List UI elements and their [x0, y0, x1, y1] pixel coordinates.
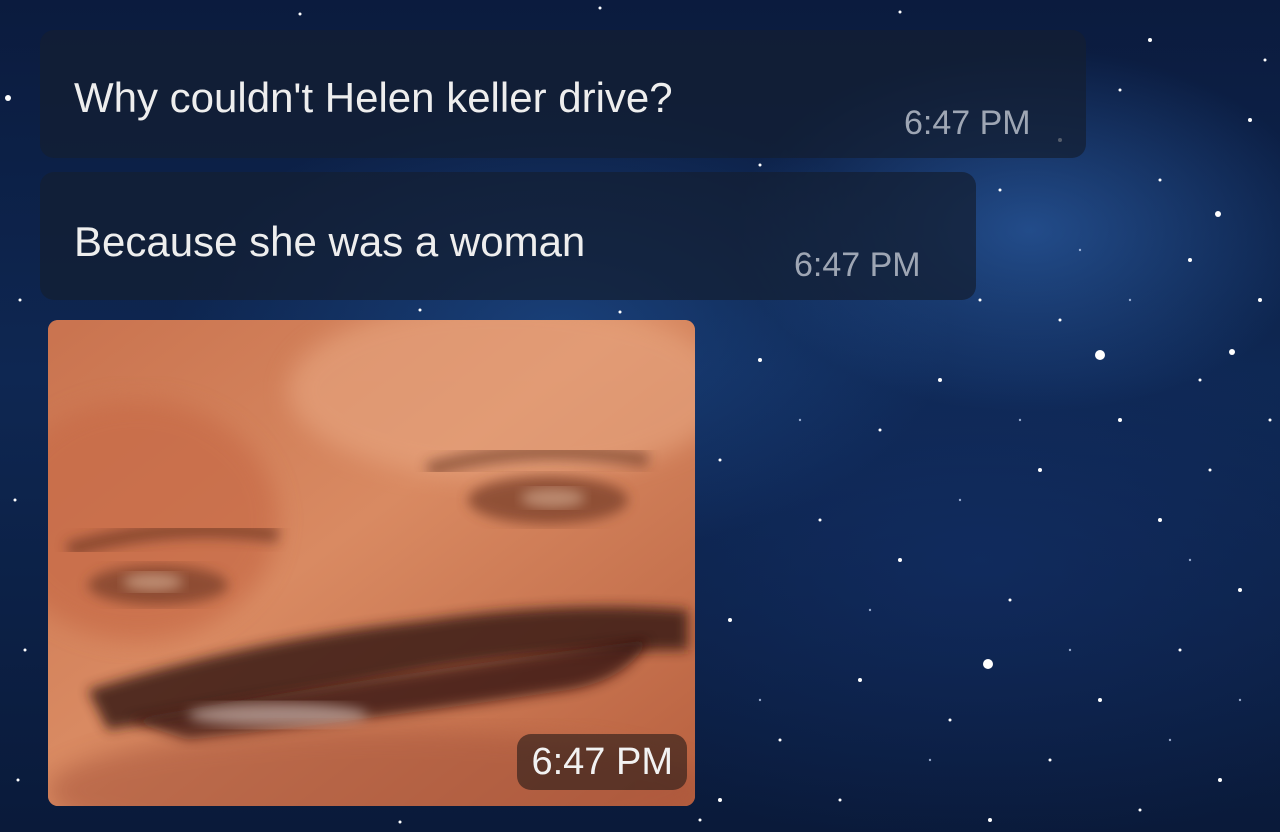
photo-message[interactable]: 6:47 PM — [48, 320, 695, 806]
message-text: Why couldn't Helen keller drive? — [74, 74, 673, 121]
message-bubble[interactable]: Why couldn't Helen keller drive? 6:47 PM — [40, 30, 1086, 158]
message-bubble[interactable]: Because she was a woman 6:47 PM — [40, 172, 976, 300]
chat-thread: Why couldn't Helen keller drive? 6:47 PM… — [0, 0, 1280, 832]
message-text: Because she was a woman — [74, 218, 586, 265]
message-timestamp: 6:47 PM — [794, 246, 921, 284]
photo-timestamp: 6:47 PM — [517, 734, 687, 790]
message-timestamp: 6:47 PM — [904, 104, 1031, 142]
